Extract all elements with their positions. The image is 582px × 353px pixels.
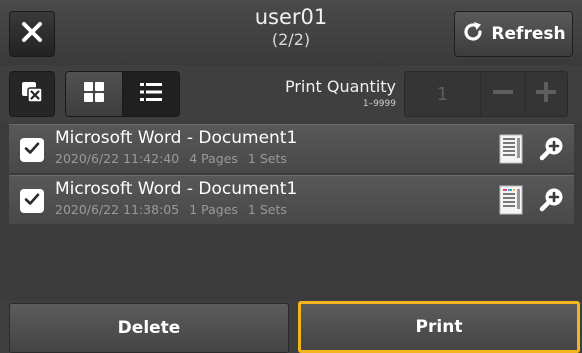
checkmark-icon <box>24 191 40 211</box>
quantity-field[interactable]: 1 <box>405 72 482 116</box>
job-checkbox[interactable] <box>20 138 44 162</box>
grid-icon <box>83 81 105 107</box>
job-meta: 2020/6/22 11:42:40 4 Pages 1 Sets <box>55 151 293 167</box>
print-quantity-label: Print Quantity <box>284 77 396 96</box>
job-pages: 4 Pages <box>189 151 238 166</box>
job-pages: 1 Pages <box>189 202 238 217</box>
preview-zoom-icon[interactable] <box>539 186 565 216</box>
checkmark-icon <box>24 140 40 160</box>
job-datetime: 2020/6/22 11:38:05 <box>55 202 180 217</box>
close-button[interactable] <box>9 11 55 57</box>
view-toggle <box>65 71 180 117</box>
close-icon <box>21 21 43 47</box>
job-row[interactable]: Microsoft Word - Document1 2020/6/22 11:… <box>9 124 574 173</box>
refresh-button[interactable]: Refresh <box>454 11 573 57</box>
job-count: (2/2) <box>271 30 311 49</box>
document-color-icon <box>499 185 523 219</box>
delete-button[interactable]: Delete <box>9 303 289 353</box>
deselect-all-button[interactable] <box>9 71 55 117</box>
job-meta: 2020/6/22 11:38:05 1 Pages 1 Sets <box>55 202 293 218</box>
refresh-icon <box>461 20 485 48</box>
page-title: user01 (2/2) <box>200 4 382 50</box>
deselect-all-icon <box>20 80 44 108</box>
preview-zoom-icon[interactable] <box>539 135 565 165</box>
job-row[interactable]: Microsoft Word - Document1 2020/6/22 11:… <box>9 175 574 224</box>
job-sets: 1 Sets <box>247 202 287 217</box>
print-button[interactable]: Print <box>298 301 580 353</box>
job-name: Microsoft Word - Document1 <box>55 179 298 199</box>
job-sets: 1 Sets <box>247 151 287 166</box>
toolbar: Print Quantity 1–9999 1 <box>0 65 582 123</box>
tile-view-button[interactable] <box>66 72 122 116</box>
quantity-stepper: 1 <box>404 71 568 117</box>
user-name: user01 <box>254 5 328 29</box>
refresh-label: Refresh <box>491 24 566 44</box>
list-view-button[interactable] <box>121 72 179 116</box>
job-name: Microsoft Word - Document1 <box>55 128 298 148</box>
list-icon <box>139 81 163 107</box>
job-list: Microsoft Word - Document1 2020/6/22 11:… <box>9 124 574 226</box>
document-icon <box>499 134 523 168</box>
header-bar: user01 (2/2) Refresh <box>0 0 582 65</box>
job-datetime: 2020/6/22 11:42:40 <box>55 151 180 166</box>
print-quantity-range: 1–9999 <box>362 99 396 109</box>
footer-bar: Delete Print <box>0 300 582 353</box>
increase-quantity-button[interactable] <box>526 72 567 116</box>
minus-icon <box>492 81 514 107</box>
plus-icon <box>535 81 557 107</box>
job-checkbox[interactable] <box>20 189 44 213</box>
decrease-quantity-button[interactable] <box>481 72 526 116</box>
